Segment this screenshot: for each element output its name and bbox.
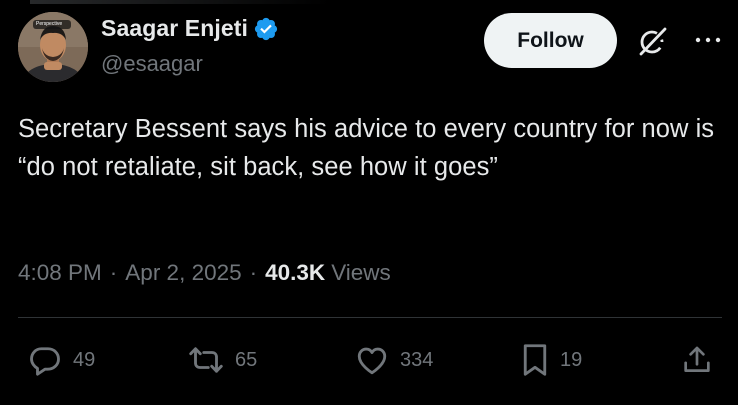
bookmark-count: 19 [560, 348, 583, 371]
reply-icon [30, 347, 60, 376]
name-row: Saagar Enjeti [101, 15, 279, 42]
like-count: 334 [400, 348, 434, 371]
repost-icon [189, 347, 223, 373]
avatar-badge: Perspective [33, 20, 71, 29]
grok-icon[interactable] [636, 25, 670, 57]
tweet-date[interactable]: Apr 2, 2025 [125, 260, 241, 286]
meta-separator: · [109, 260, 118, 285]
repost-count: 65 [235, 348, 258, 371]
reply-count: 49 [73, 348, 96, 371]
bookmark-button[interactable]: 19 [520, 335, 582, 385]
display-name[interactable]: Saagar Enjeti [101, 15, 248, 42]
action-bar: 49 65 334 19 [0, 335, 738, 385]
tweet-header: Perspective Saagar Enjeti @esaagar Follo… [0, 0, 738, 90]
handle[interactable]: @esaagar [101, 51, 203, 77]
bookmark-icon [523, 344, 547, 376]
divider [18, 317, 722, 318]
more-icon[interactable] [692, 30, 724, 50]
verified-badge-icon[interactable] [253, 16, 279, 42]
tweet-text: Secretary Bessent says his advice to eve… [18, 115, 715, 181]
share-icon [684, 346, 710, 372]
repost-button[interactable]: 65 [187, 335, 257, 385]
heart-icon [357, 347, 387, 375]
reply-button[interactable]: 49 [27, 335, 95, 385]
like-button[interactable]: 334 [354, 335, 433, 385]
views-label: Views [331, 260, 391, 285]
tweet-meta: 4:08 PM · Apr 2, 2025 · 40.3K Views [18, 260, 391, 286]
views-count[interactable]: 40.3K [265, 260, 325, 286]
avatar[interactable]: Perspective [18, 12, 88, 82]
meta-separator: · [249, 260, 258, 285]
share-button[interactable] [680, 335, 714, 385]
tweet-time[interactable]: 4:08 PM [18, 260, 102, 286]
follow-button[interactable]: Follow [484, 13, 617, 68]
